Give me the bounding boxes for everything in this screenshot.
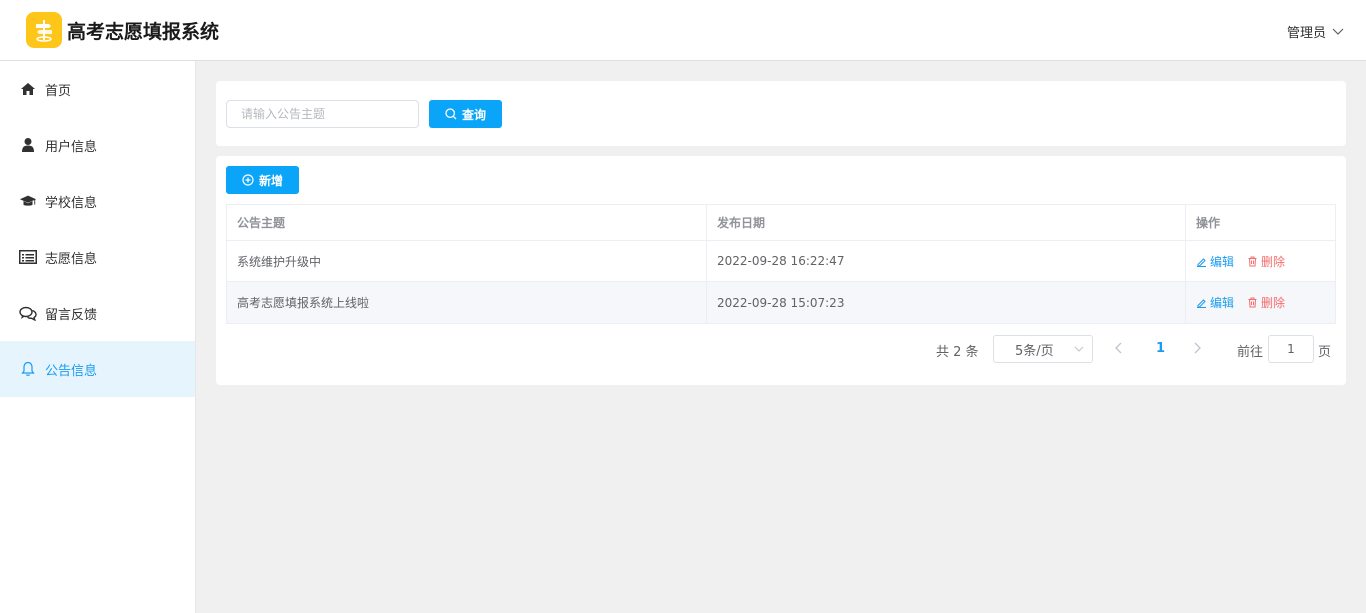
- next-page-icon[interactable]: [1192, 342, 1202, 354]
- sidebar-item-schools[interactable]: 学校信息: [0, 173, 195, 229]
- table-row: 高考志愿填报系统上线啦 2022-09-28 15:07:23 编辑 删除: [227, 282, 1335, 323]
- search-button[interactable]: 查询: [429, 100, 502, 128]
- row-actions: 编辑 删除: [1186, 241, 1335, 281]
- sidebar-item-label: 首页: [45, 83, 72, 99]
- column-header: 发布日期: [707, 205, 1186, 240]
- sidebar-item-users[interactable]: 用户信息: [0, 117, 195, 173]
- table-row: 系统维护升级中 2022-09-28 16:22:47 编辑 删除: [227, 241, 1335, 282]
- current-page[interactable]: 1: [1156, 341, 1165, 356]
- edit-button[interactable]: 编辑: [1196, 253, 1234, 270]
- user-icon: [19, 136, 37, 154]
- column-header: 公告主题: [227, 205, 707, 240]
- search-panel: 查询: [216, 81, 1346, 146]
- chevron-down-icon: [1332, 28, 1344, 35]
- page-size-select[interactable]: 5条/页: [993, 335, 1093, 363]
- sidebar-item-label: 留言反馈: [45, 307, 98, 323]
- edit-label: 编辑: [1210, 296, 1235, 310]
- comments-icon: [19, 304, 37, 322]
- trash-icon: [1248, 297, 1257, 308]
- trash-icon: [1248, 256, 1257, 266]
- sidebar: 首页 用户信息 学校信息 志愿信息 留言反馈 公告信息: [0, 61, 196, 613]
- row-actions: 编辑 删除: [1186, 282, 1335, 323]
- goto-label: 前往: [1237, 345, 1264, 360]
- top-header: 高考志愿填报系统 管理员: [0, 0, 1366, 61]
- sidebar-item-label: 公告信息: [45, 363, 98, 379]
- chevron-down-icon: [1074, 346, 1084, 352]
- user-name: 管理员: [1286, 26, 1326, 41]
- logo: [26, 12, 62, 48]
- edit-label: 编辑: [1210, 254, 1235, 269]
- user-menu[interactable]: 管理员: [1287, 22, 1344, 41]
- page-unit-label: 页: [1318, 345, 1332, 360]
- list-icon: [19, 248, 37, 266]
- sidebar-item-home[interactable]: 首页: [0, 61, 195, 117]
- table-header: 公告主题 发布日期 操作: [227, 205, 1335, 241]
- announcement-title: 高考志愿填报系统上线啦: [227, 282, 707, 323]
- search-icon: [445, 108, 457, 120]
- publish-date: 2022-09-28 15:07:23: [707, 282, 1186, 323]
- home-icon: [19, 80, 37, 98]
- sidebar-item-label: 用户信息: [45, 139, 98, 155]
- announcement-title: 系统维护升级中: [227, 241, 707, 281]
- app-title: 高考志愿填报系统: [67, 21, 220, 43]
- column-header: 操作: [1196, 216, 1221, 230]
- sidebar-item-label: 志愿信息: [45, 251, 98, 267]
- goto-page-input[interactable]: [1268, 335, 1314, 363]
- announcement-table: 公告主题 发布日期 操作 系统维护升级中 2022-09-28 16:22:47…: [226, 204, 1336, 324]
- plus-circle-icon: [242, 174, 254, 186]
- sidebar-item-applications[interactable]: 志愿信息: [0, 229, 195, 285]
- prev-page-icon[interactable]: [1114, 342, 1124, 354]
- pagination: 共 2 条 5条/页 1 前往 页: [216, 335, 1346, 363]
- sidebar-item-feedback[interactable]: 留言反馈: [0, 285, 195, 341]
- sidebar-item-label: 学校信息: [45, 195, 98, 211]
- edit-icon: [1197, 299, 1206, 308]
- bell-icon: [19, 360, 37, 378]
- delete-button[interactable]: 删除: [1247, 294, 1285, 311]
- delete-button[interactable]: 删除: [1247, 253, 1285, 270]
- add-button-label: 新增: [258, 173, 283, 188]
- edit-button[interactable]: 编辑: [1196, 294, 1234, 311]
- delete-label: 删除: [1261, 254, 1286, 269]
- announcement-panel: 新增 公告主题 发布日期 操作 系统维护升级中 2022-09-28 16:22…: [216, 156, 1346, 385]
- search-input[interactable]: [226, 100, 419, 128]
- edit-icon: [1197, 257, 1206, 267]
- search-button-label: 查询: [461, 107, 486, 122]
- page-size-value: 5条/页: [1015, 343, 1054, 359]
- total-count: 共 2 条: [936, 345, 979, 360]
- publish-date: 2022-09-28 16:22:47: [707, 241, 1186, 281]
- delete-label: 删除: [1261, 296, 1286, 310]
- graduation-cap-icon: [19, 192, 37, 210]
- add-button[interactable]: 新增: [226, 166, 299, 194]
- sidebar-item-announcements[interactable]: 公告信息: [0, 341, 195, 397]
